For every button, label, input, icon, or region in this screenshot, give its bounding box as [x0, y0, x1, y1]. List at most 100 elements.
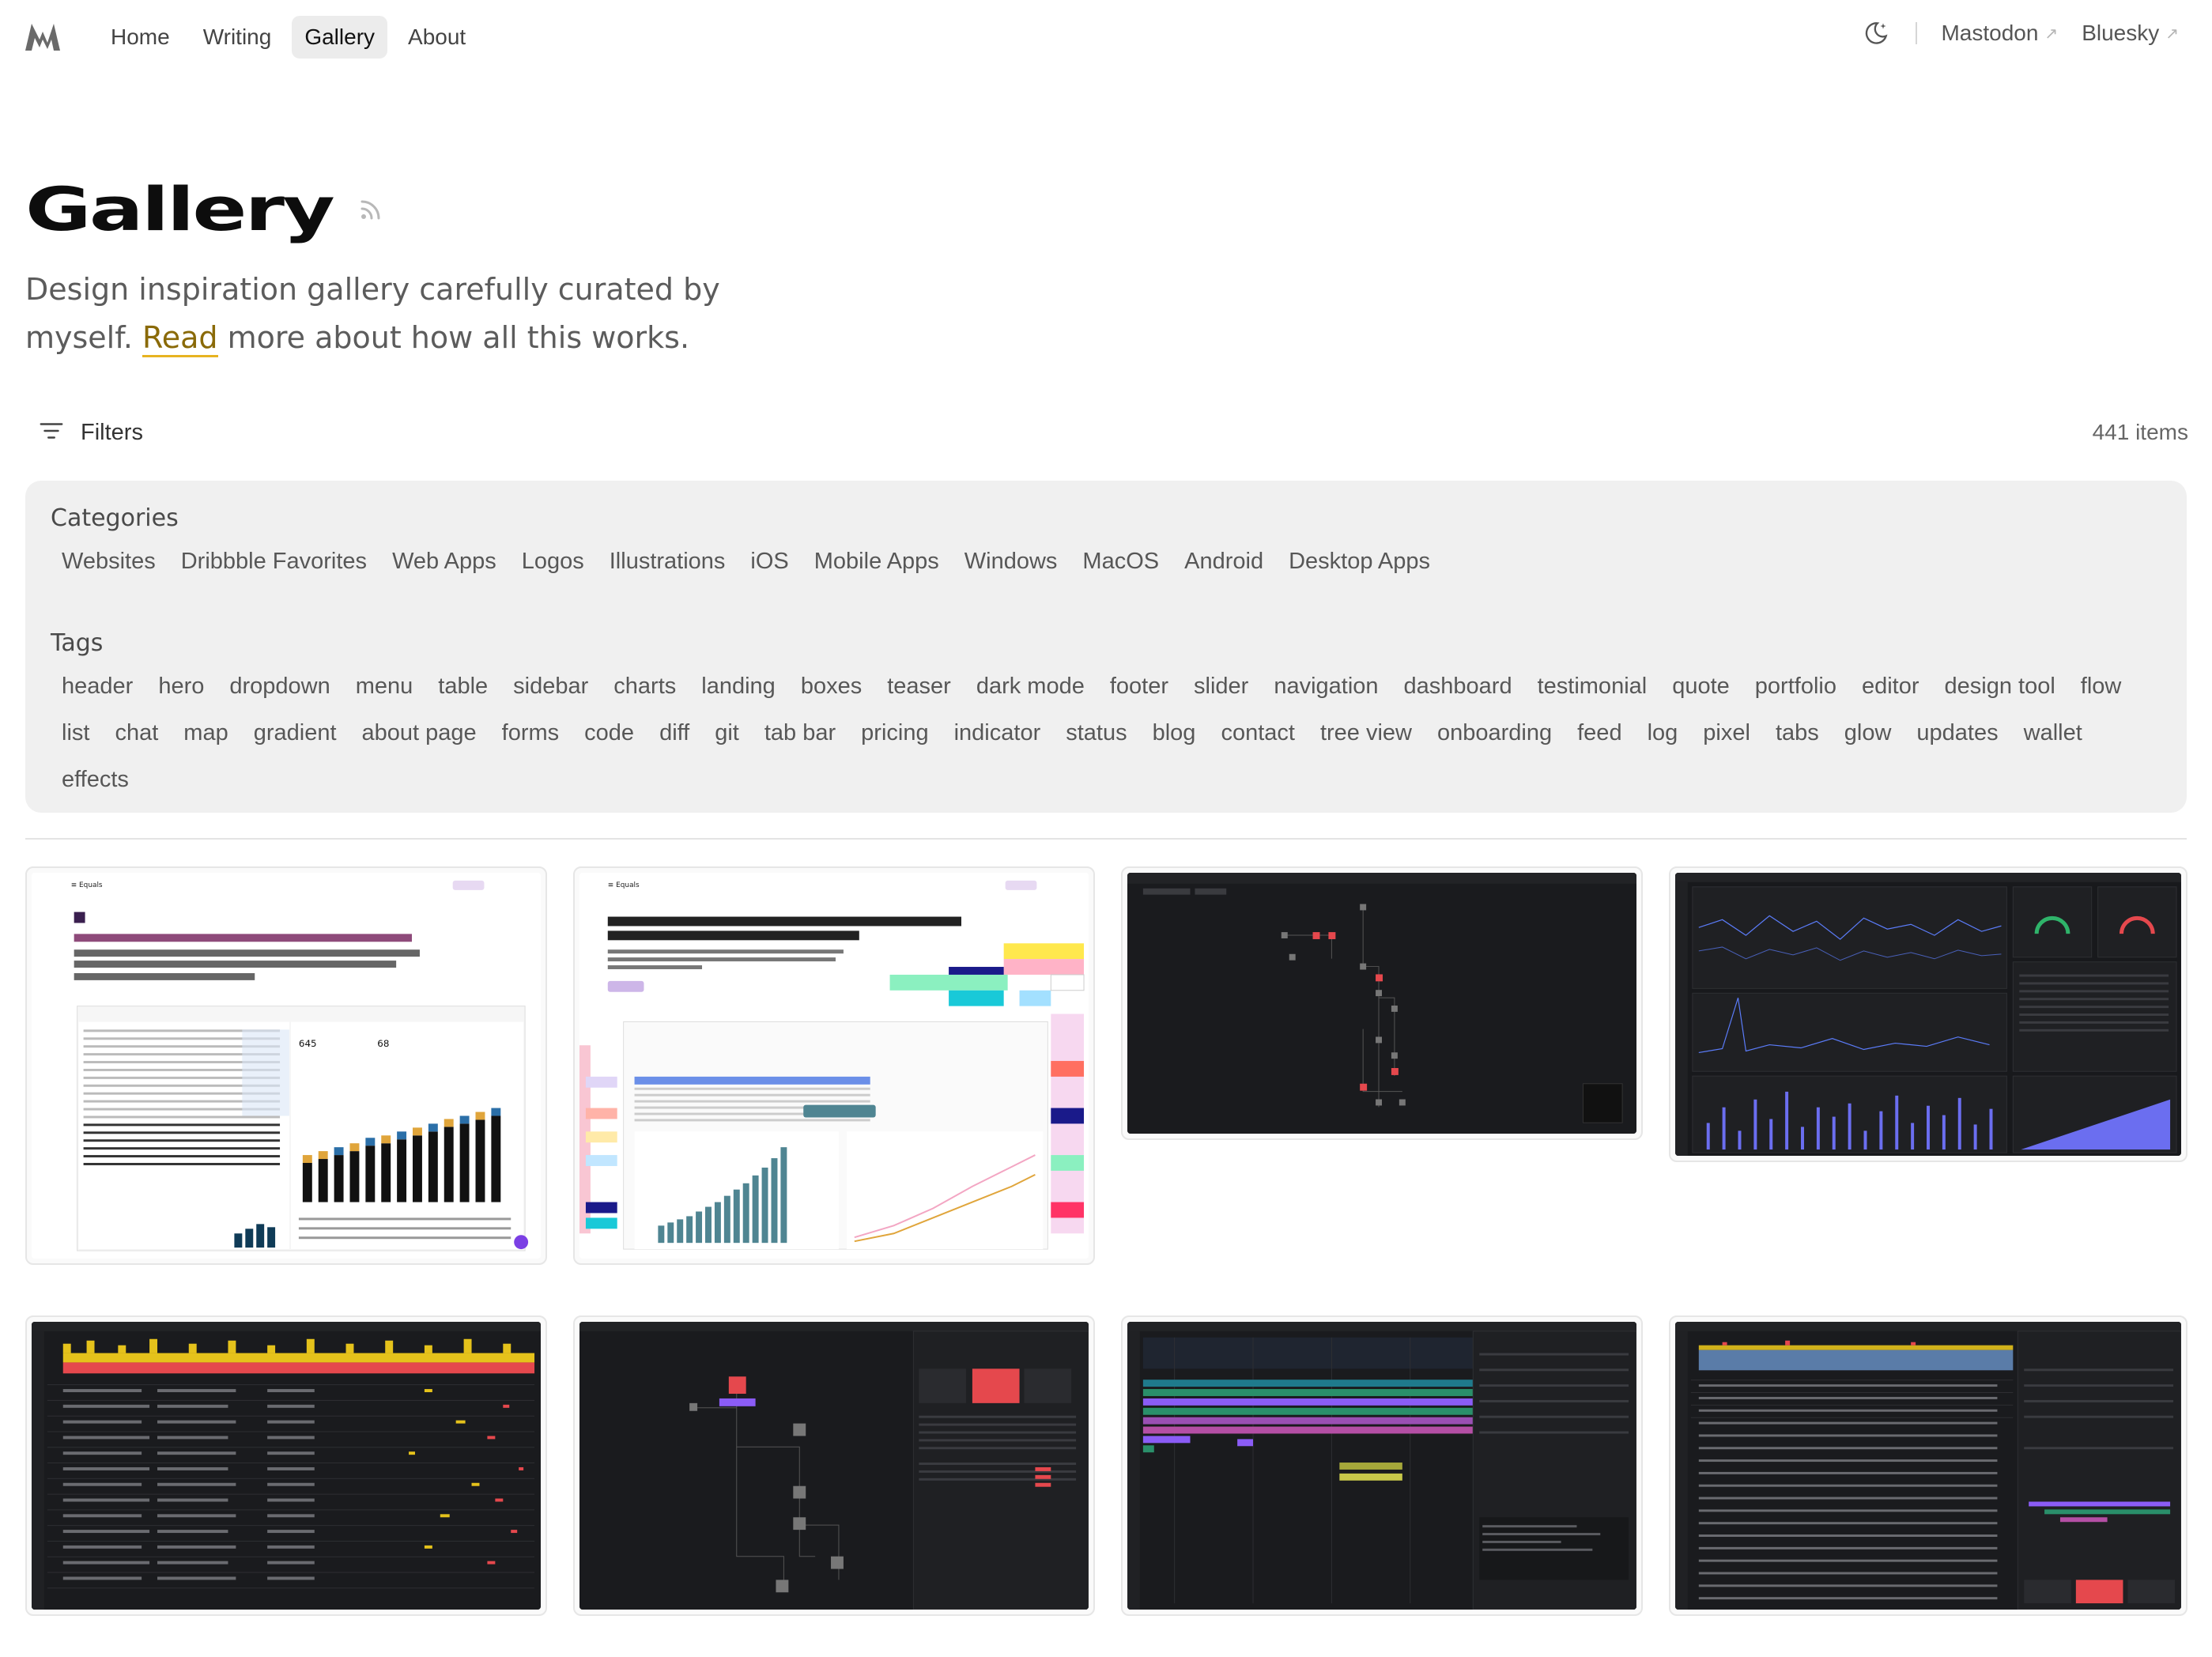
tag-chip[interactable]: slider [1183, 666, 1259, 708]
filter-lines-icon [38, 417, 65, 447]
tag-chip[interactable]: pixel [1692, 712, 1761, 754]
logo-icon[interactable] [24, 19, 62, 55]
gallery-card[interactable] [25, 1315, 547, 1616]
bluesky-link-label: Bluesky [2082, 21, 2160, 45]
tag-chip[interactable]: flow [2070, 666, 2133, 708]
category-chip[interactable]: Android [1173, 541, 1274, 583]
tag-chip[interactable]: testimonial [1527, 666, 1659, 708]
tag-chip[interactable]: hero [147, 666, 215, 708]
gallery-card[interactable] [1121, 1315, 1643, 1616]
svg-text:68: 68 [377, 1038, 389, 1049]
page-title: Gallery [25, 174, 335, 244]
tag-chip[interactable]: table [427, 666, 499, 708]
category-chip[interactable]: Websites [51, 541, 167, 583]
gallery-card[interactable]: ≡ Equals [573, 866, 1095, 1265]
tag-chip[interactable]: boxes [790, 666, 873, 708]
tag-chip[interactable]: tree view [1309, 712, 1423, 754]
gallery-thumbnail [1127, 1322, 1636, 1610]
item-count: 441 items [2092, 420, 2188, 444]
tag-chip[interactable]: onboarding [1426, 712, 1563, 754]
nav-link-gallery[interactable]: Gallery [292, 16, 388, 59]
category-chip[interactable]: MacOS [1071, 541, 1170, 583]
gallery-thumbnail: ≡ Equals [32, 873, 541, 1259]
tag-chip[interactable]: indicator [943, 712, 1052, 754]
tag-chip[interactable]: map [172, 712, 239, 754]
tag-chip[interactable]: menu [345, 666, 425, 708]
tag-chip[interactable]: tabs [1765, 712, 1830, 754]
tag-chip[interactable]: glow [1833, 712, 1903, 754]
tag-chip[interactable]: updates [1905, 712, 2009, 754]
tag-chip[interactable]: git [704, 712, 750, 754]
gallery-card[interactable] [1121, 866, 1643, 1140]
gallery-thumbnail [1127, 873, 1636, 1134]
gallery-card[interactable] [573, 1315, 1095, 1616]
filter-panel: Categories Websites Dribbble Favorites Web… [25, 481, 2187, 813]
tag-chip[interactable]: feed [1566, 712, 1633, 754]
tags-list: header hero dropdown menu table sidebar charts… [51, 666, 2169, 801]
nav-link-writing[interactable]: Writing [191, 16, 285, 59]
tag-chip[interactable]: wallet [2013, 712, 2093, 754]
tag-chip[interactable]: quote [1661, 666, 1741, 708]
category-chip[interactable]: Mobile Apps [803, 541, 950, 583]
tag-chip[interactable]: log [1636, 712, 1689, 754]
tag-chip[interactable]: forms [491, 712, 571, 754]
filters-toggle[interactable]: Filters [38, 417, 143, 447]
tag-chip[interactable]: gradient [243, 712, 348, 754]
category-chip[interactable]: Dribbble Favorites [170, 541, 378, 583]
tag-chip[interactable]: sidebar [502, 666, 599, 708]
category-chip[interactable]: Logos [511, 541, 595, 583]
gallery-thumbnail [32, 1322, 541, 1610]
nav-right-group: Mastodon ↗ Bluesky ↗ [1860, 17, 2179, 49]
category-chip[interactable]: Web Apps [381, 541, 508, 583]
mastodon-link-label: Mastodon [1941, 21, 2039, 45]
tag-chip[interactable]: footer [1099, 666, 1180, 708]
tag-chip[interactable]: contact [1210, 712, 1306, 754]
categories-list: Websites Dribbble Favorites Web Apps Logos I… [51, 541, 2169, 583]
category-chip[interactable]: Illustrations [598, 541, 737, 583]
tag-chip[interactable]: landing [690, 666, 787, 708]
page-description: Design inspiration gallery carefully cur… [25, 266, 737, 362]
category-chip[interactable]: Desktop Apps [1278, 541, 1441, 583]
external-arrow-icon: ↗ [2165, 25, 2179, 43]
category-chip[interactable]: Windows [953, 541, 1069, 583]
tag-chip[interactable]: chat [104, 712, 169, 754]
gallery-thumbnail: ≡ Equals [579, 873, 1089, 1259]
tags-heading: Tags [51, 629, 104, 657]
tag-chip[interactable]: tab bar [753, 712, 847, 754]
tag-chip[interactable]: effects [51, 759, 140, 801]
tag-chip[interactable]: portfolio [1744, 666, 1848, 708]
svg-text:≡ Equals: ≡ Equals [608, 881, 640, 889]
tag-chip[interactable]: charts [602, 666, 687, 708]
tag-chip[interactable]: dashboard [1393, 666, 1523, 708]
tag-chip[interactable]: about page [351, 712, 488, 754]
rss-icon[interactable] [357, 194, 386, 223]
tag-chip[interactable]: list [51, 712, 100, 754]
external-arrow-icon: ↗ [2044, 25, 2059, 43]
moon-star-icon[interactable] [1860, 17, 1892, 49]
tag-chip[interactable]: navigation [1263, 666, 1389, 708]
nav-link-about[interactable]: About [395, 16, 478, 59]
tag-chip[interactable]: diff [648, 712, 700, 754]
tag-chip[interactable]: blog [1142, 712, 1207, 754]
nav-link-home[interactable]: Home [98, 16, 183, 59]
mastodon-link[interactable]: Mastodon ↗ [1941, 21, 2058, 46]
tag-chip[interactable]: editor [1851, 666, 1931, 708]
tag-chip[interactable]: dropdown [218, 666, 341, 708]
tag-chip[interactable]: status [1055, 712, 1138, 754]
tag-chip[interactable]: dark mode [965, 666, 1096, 708]
gallery-card[interactable] [1669, 1315, 2187, 1616]
filters-label: Filters [81, 419, 143, 445]
tag-chip[interactable]: pricing [850, 712, 939, 754]
category-chip[interactable]: iOS [739, 541, 799, 583]
gallery-card[interactable] [1669, 866, 2187, 1162]
tag-chip[interactable]: code [573, 712, 645, 754]
bluesky-link[interactable]: Bluesky ↗ [2082, 21, 2179, 46]
gallery-card[interactable]: ≡ Equals [25, 866, 547, 1265]
top-navigation: Home Writing Gallery About Mastodon ↗ Bl… [0, 0, 2212, 76]
categories-heading: Categories [51, 504, 179, 532]
tag-chip[interactable]: header [51, 666, 144, 708]
svg-text:≡ Equals: ≡ Equals [71, 881, 103, 889]
tag-chip[interactable]: design tool [1934, 666, 2067, 708]
tag-chip[interactable]: teaser [876, 666, 962, 708]
read-more-link[interactable]: Read [142, 320, 218, 357]
